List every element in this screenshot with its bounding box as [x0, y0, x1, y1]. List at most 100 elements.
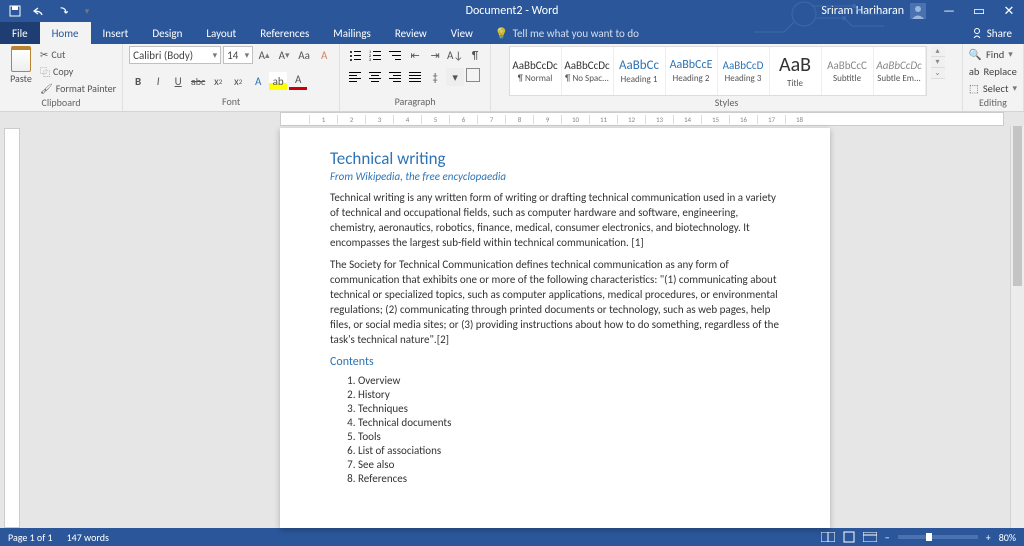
- replace-button[interactable]: abReplace: [969, 63, 1017, 79]
- style-preview: AaBbCcDc: [564, 59, 609, 72]
- document-page[interactable]: Technical writing From Wikipedia, the fr…: [280, 128, 830, 528]
- list-item[interactable]: References: [358, 471, 780, 485]
- save-button[interactable]: [4, 1, 26, 21]
- vertical-ruler[interactable]: [4, 128, 20, 528]
- align-left-button[interactable]: [346, 68, 364, 86]
- tab-layout[interactable]: Layout: [194, 22, 248, 44]
- font-color-button[interactable]: A: [289, 72, 307, 90]
- style-heading-3[interactable]: AaBbCcDHeading 3: [718, 47, 770, 95]
- style-subtle-em-[interactable]: AaBbCcDcSubtle Em...: [874, 47, 926, 95]
- doc-subtitle[interactable]: From Wikipedia, the free encyclopaedia: [330, 170, 780, 183]
- tell-me-search[interactable]: 💡 Tell me what you want to do: [485, 22, 639, 44]
- align-center-button[interactable]: [366, 68, 384, 86]
- style-heading-1[interactable]: AaBbCcHeading 1: [614, 47, 666, 95]
- style-title[interactable]: AaBTitle: [770, 47, 822, 95]
- window-title: Document2 - Word: [466, 4, 559, 18]
- zoom-slider[interactable]: [898, 535, 978, 539]
- strike-button[interactable]: abc: [189, 72, 207, 90]
- tab-references[interactable]: References: [248, 22, 321, 44]
- doc-heading[interactable]: Technical writing: [330, 148, 780, 169]
- style--no-spac-[interactable]: AaBbCcDc¶ No Spac...: [562, 47, 614, 95]
- contents-heading[interactable]: Contents: [330, 355, 780, 369]
- page-count[interactable]: Page 1 of 1: [8, 531, 53, 544]
- doc-para-2[interactable]: The Society for Technical Communication …: [330, 258, 780, 347]
- styles-scroll-down[interactable]: ▾: [931, 57, 945, 68]
- print-layout-button[interactable]: [843, 531, 855, 543]
- bold-button[interactable]: B: [129, 72, 147, 90]
- vertical-scrollbar[interactable]: [1010, 126, 1024, 528]
- tab-review[interactable]: Review: [383, 22, 439, 44]
- list-item[interactable]: Overview: [358, 373, 780, 387]
- decrease-indent-button[interactable]: ⇤: [406, 46, 424, 64]
- line-spacing-button[interactable]: ‡: [426, 68, 444, 86]
- style-label: Heading 3: [725, 73, 762, 84]
- format-painter-button[interactable]: 🖌Format Painter: [40, 80, 116, 96]
- multilevel-button[interactable]: [386, 46, 404, 64]
- select-button[interactable]: ⬚Select▾: [969, 80, 1017, 96]
- contents-list[interactable]: OverviewHistoryTechniquesTechnical docum…: [358, 373, 780, 485]
- borders-button[interactable]: [466, 68, 480, 82]
- font-size-select[interactable]: 14▾: [223, 46, 253, 64]
- read-mode-button[interactable]: [821, 532, 835, 542]
- show-marks-button[interactable]: ¶: [466, 46, 484, 64]
- align-right-button[interactable]: [386, 68, 404, 86]
- user-photo-icon[interactable]: [910, 3, 926, 19]
- zoom-in-button[interactable]: +: [986, 531, 991, 544]
- tab-view[interactable]: View: [439, 22, 485, 44]
- zoom-out-button[interactable]: −: [885, 531, 890, 544]
- minimize-button[interactable]: —: [934, 0, 964, 22]
- subscript-button[interactable]: x2: [209, 72, 227, 90]
- numbering-button[interactable]: 123: [366, 46, 384, 64]
- change-case-button[interactable]: Aa: [295, 46, 313, 64]
- highlight-button[interactable]: ab: [269, 72, 287, 90]
- increase-indent-button[interactable]: ⇥: [426, 46, 444, 64]
- share-button[interactable]: Share: [959, 22, 1024, 44]
- sort-button[interactable]: A↓: [446, 46, 464, 64]
- close-button[interactable]: ✕: [994, 0, 1024, 22]
- copy-button[interactable]: ⿻Copy: [40, 63, 116, 79]
- shrink-font-button[interactable]: A▾: [275, 46, 293, 64]
- tab-mailings[interactable]: Mailings: [321, 22, 383, 44]
- tab-design[interactable]: Design: [140, 22, 194, 44]
- style--normal[interactable]: AaBbCcDc¶ Normal: [510, 47, 562, 95]
- superscript-button[interactable]: x2: [229, 72, 247, 90]
- styles-expand[interactable]: ⌄: [931, 68, 945, 79]
- shading-button[interactable]: ▾: [446, 68, 464, 86]
- web-layout-button[interactable]: [863, 532, 877, 542]
- list-item[interactable]: History: [358, 387, 780, 401]
- tab-home[interactable]: Home: [40, 22, 91, 44]
- clear-format-button[interactable]: A: [315, 46, 333, 64]
- paste-button[interactable]: Paste: [6, 46, 36, 85]
- list-item[interactable]: Techniques: [358, 401, 780, 415]
- style-subtitle[interactable]: AaBbCcCSubtitle: [822, 47, 874, 95]
- style-heading-2[interactable]: AaBbCcEHeading 2: [666, 47, 718, 95]
- bullets-button[interactable]: [346, 46, 364, 64]
- tab-insert[interactable]: Insert: [91, 22, 141, 44]
- justify-button[interactable]: [406, 68, 424, 86]
- font-name-select[interactable]: Calibri (Body)▾: [129, 46, 221, 64]
- redo-button[interactable]: [52, 1, 74, 21]
- horizontal-ruler[interactable]: 123456789101112131415161718: [280, 112, 1004, 126]
- styles-scroll-up[interactable]: ▴: [931, 46, 945, 57]
- maximize-button[interactable]: ▭: [964, 0, 994, 22]
- italic-button[interactable]: I: [149, 72, 167, 90]
- underline-button[interactable]: U: [169, 72, 187, 90]
- cut-button[interactable]: ✂Cut: [40, 46, 116, 62]
- find-button[interactable]: 🔍Find▾: [969, 46, 1013, 62]
- tab-file[interactable]: File: [0, 22, 40, 44]
- undo-button[interactable]: [28, 1, 50, 21]
- list-item[interactable]: Tools: [358, 429, 780, 443]
- grow-font-button[interactable]: A▴: [255, 46, 273, 64]
- style-preview: AaBbCcC: [827, 59, 867, 72]
- list-item[interactable]: Technical documents: [358, 415, 780, 429]
- workspace: 123456789101112131415161718 Technical wr…: [0, 112, 1024, 528]
- text-effects-button[interactable]: A: [249, 72, 267, 90]
- zoom-level[interactable]: 80%: [999, 531, 1016, 544]
- doc-para-1[interactable]: Technical writing is any written form of…: [330, 191, 780, 250]
- list-item[interactable]: List of associations: [358, 443, 780, 457]
- zoom-thumb[interactable]: [926, 533, 932, 541]
- word-count[interactable]: 147 words: [67, 531, 109, 544]
- scroll-thumb[interactable]: [1013, 126, 1022, 286]
- list-item[interactable]: See also: [358, 457, 780, 471]
- qat-customize[interactable]: ▾: [76, 1, 98, 21]
